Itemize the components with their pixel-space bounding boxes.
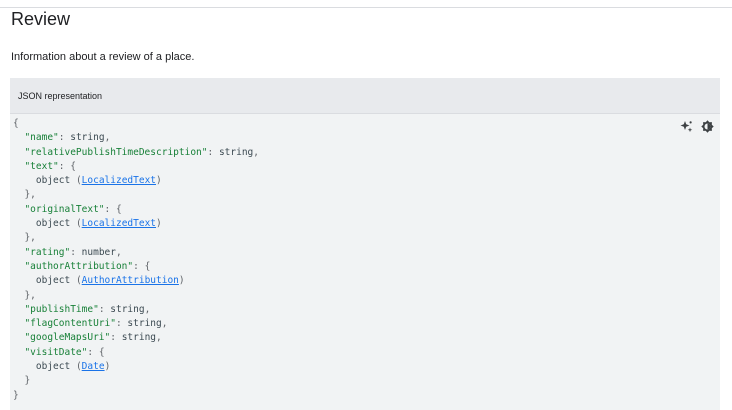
date-link[interactable]: Date <box>82 361 105 372</box>
close-brace: } <box>13 389 19 401</box>
field-key: "publishTime" <box>24 303 99 315</box>
field-key: "originalText" <box>24 203 105 215</box>
code-line: } <box>13 389 720 403</box>
field-key: "flagContentUri" <box>24 318 116 330</box>
field-key: "visitDate" <box>24 346 88 358</box>
panel-header: JSON representation <box>10 78 720 114</box>
json-code: { "name": string, "relativePublishTimeDe… <box>10 114 720 403</box>
authorattribution-link[interactable]: AuthorAttribution <box>82 275 179 286</box>
field-type: string <box>121 332 157 344</box>
code-line: "authorAttribution": { <box>24 260 151 272</box>
code-block: { "name": string, "relativePublishTimeDe… <box>10 114 720 403</box>
code-line: "text": { <box>24 160 76 172</box>
localizedtext-link[interactable]: LocalizedText <box>82 218 156 229</box>
code-line: "publishTime": string, <box>24 303 151 315</box>
field-type: number <box>81 246 116 258</box>
field-key: "googleMapsUri" <box>24 332 111 344</box>
panel-header-label: JSON representation <box>18 90 103 101</box>
page-title: Review <box>11 9 71 29</box>
object-keyword: object <box>35 275 71 287</box>
code-line: } <box>13 375 31 387</box>
code-line: "rating": number, <box>24 246 122 258</box>
code-line: { <box>13 117 720 131</box>
code-line: object (LocalizedText) <box>35 218 162 230</box>
code-tools <box>680 120 714 133</box>
code-line: }, <box>13 232 36 244</box>
object-keyword: object <box>35 361 71 373</box>
code-line: "googleMapsUri": string, <box>24 332 162 344</box>
object-keyword: object <box>35 175 71 187</box>
sparkle-icon[interactable] <box>680 120 693 133</box>
field-key: "rating" <box>24 246 71 258</box>
code-line: object (Date) <box>35 361 111 373</box>
field-type: string <box>127 318 162 330</box>
localizedtext-link[interactable]: LocalizedText <box>82 175 156 186</box>
code-line: "originalText": { <box>24 203 122 215</box>
field-key: "text" <box>24 160 59 172</box>
page-description: Information about a review of a place. <box>11 51 195 63</box>
code-line: object (AuthorAttribution) <box>35 275 185 287</box>
code-line: "visitDate": { <box>24 346 105 358</box>
code-line: "name": string, <box>24 132 111 144</box>
open-brace: { <box>13 118 19 129</box>
code-line: "flagContentUri": string, <box>24 318 168 330</box>
dark-mode-toggle-icon[interactable] <box>701 120 714 133</box>
code-line: }, <box>13 189 36 201</box>
json-representation-panel: JSON representation { "name": string, "r… <box>10 78 720 410</box>
top-divider <box>0 0 732 8</box>
code-line: object (LocalizedText) <box>35 175 162 187</box>
field-key: "authorAttribution" <box>24 260 134 272</box>
object-keyword: object <box>35 218 71 230</box>
code-line: "relativePublishTimeDescription": string… <box>24 146 259 158</box>
field-type: string <box>70 132 105 144</box>
code-line: }, <box>13 289 36 301</box>
field-key: "name" <box>24 132 59 144</box>
field-type: string <box>218 146 254 158</box>
field-type: string <box>110 303 145 315</box>
field-key: "relativePublishTimeDescription" <box>24 146 208 158</box>
